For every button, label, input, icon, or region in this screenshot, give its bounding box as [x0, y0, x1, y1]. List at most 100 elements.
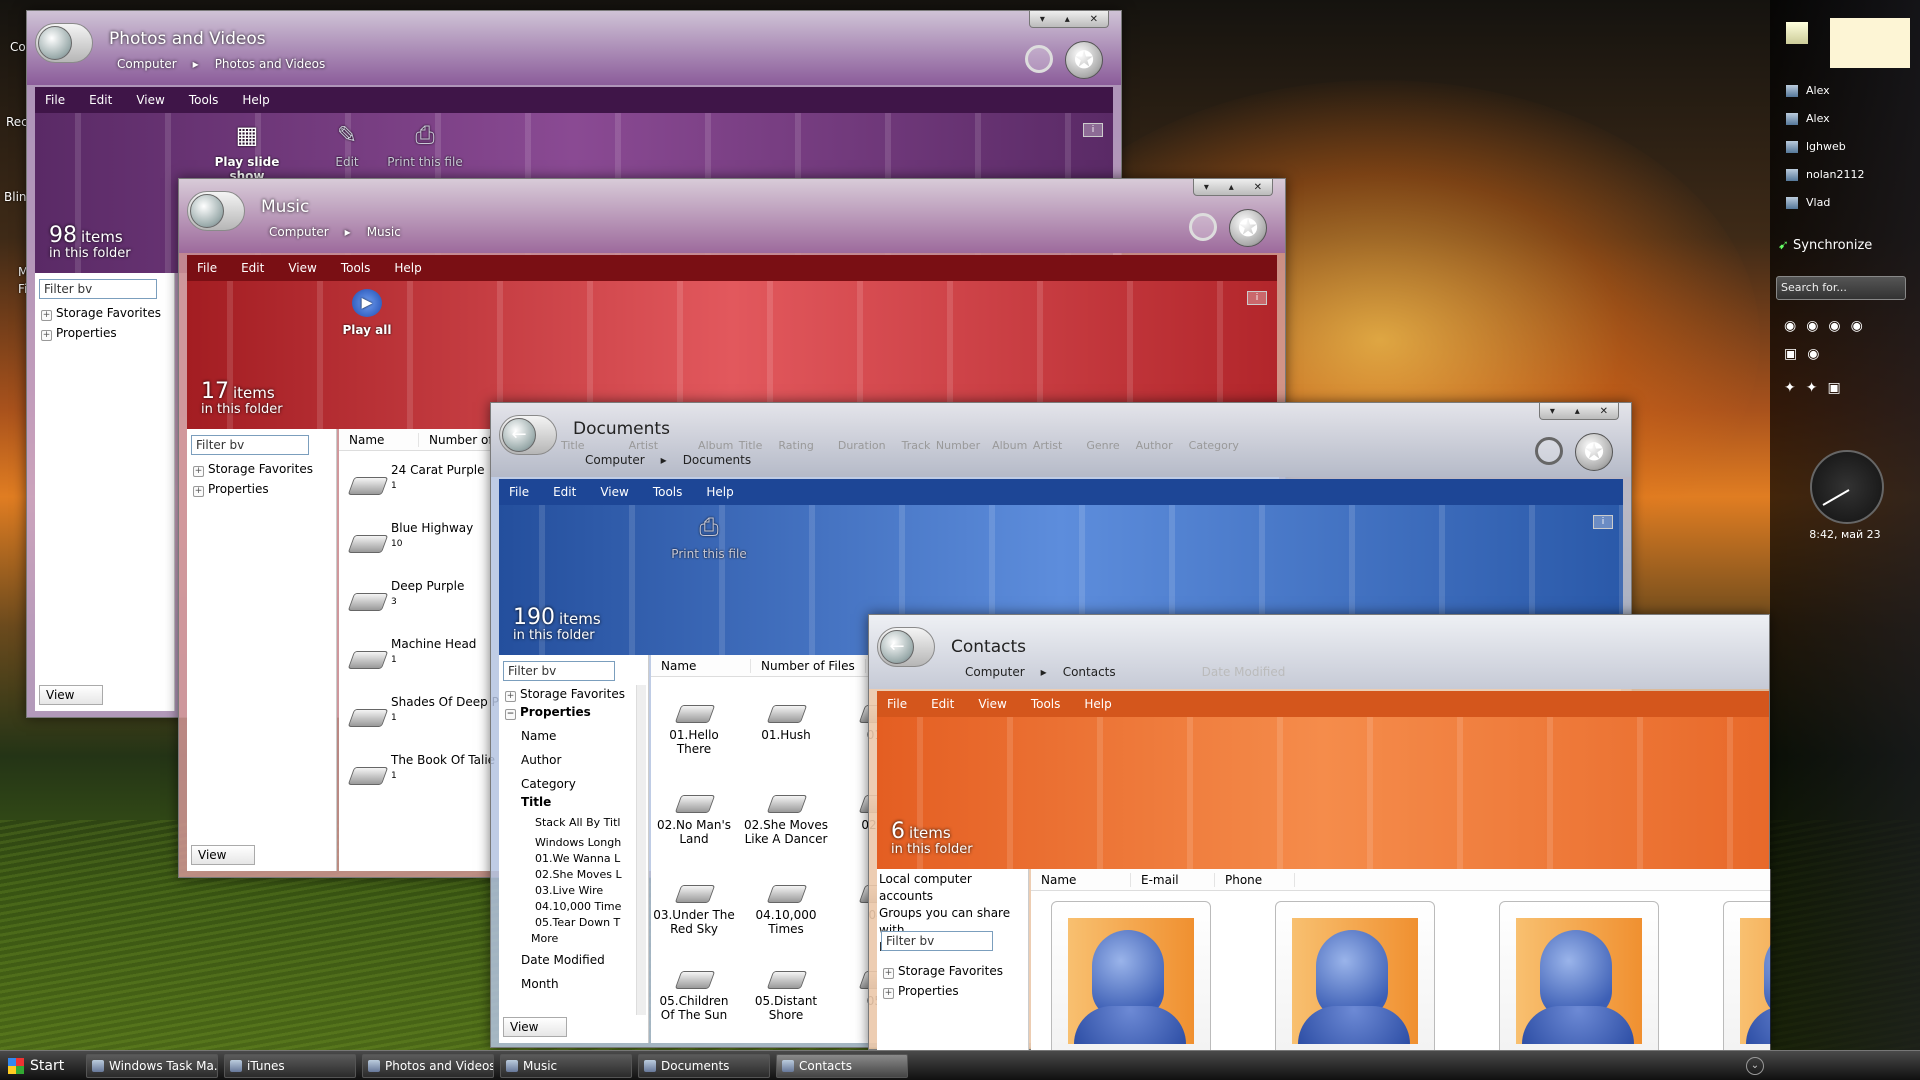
sticky-note[interactable]: [1830, 18, 1910, 68]
storage-favorites-node[interactable]: + Storage Favorites: [193, 459, 313, 479]
crumb-computer[interactable]: Computer: [965, 665, 1025, 679]
view-button[interactable]: View: [191, 845, 255, 865]
search-area[interactable]: ✪: [1529, 429, 1619, 479]
back-button[interactable]: [187, 191, 245, 231]
property-name[interactable]: Name: [505, 727, 625, 745]
column-number-of-files[interactable]: Number of Files: [751, 658, 866, 673]
expand-icon[interactable]: +: [883, 988, 894, 999]
sidebar-contact[interactable]: lghweb: [1786, 138, 1846, 156]
desktop-icon-label[interactable]: Rec: [6, 115, 28, 129]
column-phone[interactable]: Phone: [1215, 872, 1295, 887]
taskbar-item[interactable]: Documents: [638, 1054, 770, 1078]
taskbar-item[interactable]: Windows Task Ma...: [86, 1054, 218, 1078]
maximize-icon[interactable]: ▴: [1229, 182, 1234, 193]
menu-file[interactable]: File: [887, 697, 907, 711]
menu-help[interactable]: Help: [706, 485, 733, 499]
title-filter-item[interactable]: Stack All By Titl: [505, 815, 625, 831]
breadcrumb[interactable]: Computer ▸ Documents: [585, 453, 767, 467]
back-button[interactable]: ←: [877, 627, 935, 667]
contact-tile[interactable]: [1275, 901, 1435, 1051]
list-item[interactable]: The Book Of Talie 1: [347, 753, 495, 790]
crumb-music[interactable]: Music: [367, 225, 401, 239]
view-button[interactable]: View: [39, 685, 103, 705]
sidebar-contact[interactable]: Alex: [1786, 82, 1830, 100]
file-stack-item[interactable]: 03.Under The Red Sky: [651, 877, 737, 936]
pane-scrollbar[interactable]: [636, 685, 646, 1015]
list-item[interactable]: Shades Of Deep Pu 1: [347, 695, 506, 732]
expand-icon[interactable]: +: [193, 466, 204, 477]
filter-input[interactable]: Filter bv: [191, 435, 309, 455]
synchronize-button[interactable]: ➹ Synchronize: [1778, 238, 1872, 253]
sidebar-contact[interactable]: Alex: [1786, 110, 1830, 128]
list-item[interactable]: 24 Carat Purple 1: [347, 463, 485, 500]
favorites-star-icon[interactable]: ✪: [1065, 41, 1103, 79]
storage-favorites-node[interactable]: + Storage Favorites: [505, 685, 625, 703]
file-stack-item[interactable]: 04.10,000 Times: [743, 877, 829, 936]
maximize-icon[interactable]: ▴: [1575, 406, 1580, 417]
menu-tools[interactable]: Tools: [341, 261, 371, 275]
expand-icon[interactable]: +: [883, 968, 894, 979]
edit-button[interactable]: ✎ Edit: [317, 121, 377, 169]
info-icon[interactable]: i: [1247, 291, 1267, 305]
sidebar-contact[interactable]: nolan2112: [1786, 166, 1864, 184]
music-titlebar[interactable]: Music Computer ▸ Music ▾ ▴ ✕ ✪: [179, 179, 1285, 253]
taskbar-item[interactable]: iTunes: [224, 1054, 356, 1078]
menu-file[interactable]: File: [45, 93, 65, 107]
print-button[interactable]: ⎙ Print this file: [375, 121, 475, 169]
property-month[interactable]: Month: [505, 975, 625, 993]
filter-input[interactable]: Filter bv: [503, 661, 615, 681]
documents-titlebar[interactable]: ← Documents Title Artist Album Title Rating…: [491, 403, 1631, 477]
minimize-icon[interactable]: ▾: [1550, 406, 1555, 417]
crumb-contacts[interactable]: Contacts: [1063, 665, 1116, 679]
file-stack-item[interactable]: 01.Hello There: [651, 697, 737, 756]
properties-node[interactable]: + Properties: [193, 479, 313, 499]
notes-gadget-icon[interactable]: [1786, 22, 1808, 44]
file-stack-item[interactable]: 02.She Moves Like A Dancer: [743, 787, 829, 846]
show-hidden-icons-icon[interactable]: ⌄: [1746, 1057, 1764, 1075]
info-icon[interactable]: i: [1083, 123, 1103, 137]
menu-help[interactable]: Help: [394, 261, 421, 275]
property-date-modified[interactable]: Date Modified: [505, 951, 625, 969]
menu-edit[interactable]: Edit: [931, 697, 954, 711]
title-filter-item[interactable]: 05.Tear Down T: [505, 915, 625, 931]
crumb-documents[interactable]: Documents: [683, 453, 751, 467]
print-button[interactable]: ⎙ Print this file: [659, 513, 759, 561]
contact-tile[interactable]: [1051, 901, 1211, 1051]
title-filter-item[interactable]: 03.Live Wire: [505, 883, 625, 899]
app-launcher-icons[interactable]: ◉◉◉◉: [1784, 318, 1873, 334]
play-slideshow-button[interactable]: ▦ Play slide show: [197, 121, 297, 183]
column-name[interactable]: Name: [339, 432, 419, 447]
collapse-icon[interactable]: −: [505, 709, 516, 720]
crumb-computer[interactable]: Computer: [269, 225, 329, 239]
photos-titlebar[interactable]: Photos and Videos Computer ▸ Photos and Vi…: [27, 11, 1121, 85]
search-icon[interactable]: [1535, 437, 1563, 465]
menu-edit[interactable]: Edit: [553, 485, 576, 499]
taskbar-item[interactable]: Photos and Videos: [362, 1054, 494, 1078]
menu-view[interactable]: View: [600, 485, 628, 499]
app-launcher-icons[interactable]: ▣◉: [1784, 346, 1829, 362]
minimize-icon[interactable]: ▾: [1204, 182, 1209, 193]
contacts-titlebar[interactable]: ← Contacts Computer ▸ Contacts Date Modifie…: [869, 615, 1769, 689]
desktop-icon-label[interactable]: Blin: [4, 190, 27, 204]
info-icon[interactable]: i: [1593, 515, 1613, 529]
title-filter-item[interactable]: 02.She Moves L: [505, 867, 625, 883]
contact-tile[interactable]: [1499, 901, 1659, 1051]
breadcrumb[interactable]: Computer ▸ Photos and Videos: [117, 57, 341, 71]
expand-icon[interactable]: +: [193, 486, 204, 497]
search-area[interactable]: ✪: [1019, 37, 1109, 87]
list-item[interactable]: Deep Purple 3: [347, 579, 464, 616]
title-filter-item[interactable]: 01.We Wanna L: [505, 851, 625, 867]
filter-input[interactable]: Filter bv: [39, 279, 157, 299]
close-icon[interactable]: ✕: [1090, 14, 1098, 25]
clock-gadget[interactable]: [1810, 450, 1884, 524]
properties-node[interactable]: + Properties: [41, 323, 161, 343]
caption-buttons[interactable]: ▾ ▴ ✕: [1193, 179, 1273, 196]
title-filter-item[interactable]: Windows Longh: [505, 835, 625, 851]
search-icon[interactable]: [1189, 213, 1217, 241]
start-button[interactable]: Start: [2, 1054, 80, 1078]
crumb-computer[interactable]: Computer: [117, 57, 177, 71]
properties-node[interactable]: − Properties: [505, 703, 625, 721]
menu-tools[interactable]: Tools: [653, 485, 683, 499]
list-item[interactable]: Machine Head 1: [347, 637, 476, 674]
play-all-button[interactable]: ▶ Play all: [337, 289, 397, 337]
